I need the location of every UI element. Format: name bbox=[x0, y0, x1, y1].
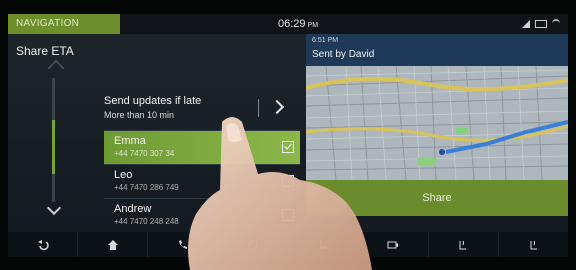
clock: 06:29 PM bbox=[278, 14, 318, 34]
map-graphic bbox=[306, 66, 568, 180]
media-icon bbox=[248, 240, 258, 249]
back-button[interactable] bbox=[8, 232, 79, 257]
home-icon bbox=[107, 239, 118, 250]
media-button[interactable] bbox=[218, 232, 289, 257]
scroll-thumb[interactable] bbox=[52, 120, 55, 174]
contact-name: Emma bbox=[114, 135, 146, 147]
scroll-down-icon[interactable] bbox=[46, 200, 62, 216]
camera-button[interactable] bbox=[359, 232, 429, 257]
bottom-bar bbox=[8, 232, 568, 257]
clock-time: 06:29 bbox=[278, 18, 306, 30]
contact-checkbox[interactable] bbox=[282, 175, 294, 187]
contact-row[interactable]: Andrew +44 7470 248 248 bbox=[104, 198, 300, 232]
seat-heat-front-button[interactable] bbox=[429, 232, 499, 257]
phone-button[interactable] bbox=[148, 232, 219, 257]
back-icon bbox=[37, 239, 49, 250]
contact-row[interactable]: Emma +44 7470 307 34 bbox=[104, 130, 300, 164]
signal-icon bbox=[522, 19, 530, 28]
clock-ampm: PM bbox=[307, 22, 319, 29]
contact-checkbox[interactable] bbox=[282, 209, 294, 221]
seat-heat-rear-icon bbox=[530, 240, 538, 249]
divider bbox=[258, 99, 259, 117]
home-button[interactable] bbox=[78, 232, 149, 257]
contact-number: +44 7470 307 34 bbox=[114, 149, 175, 158]
wifi-icon bbox=[552, 19, 560, 28]
screen: NAVIGATION 06:29 PM Share ETA Send update… bbox=[8, 14, 568, 257]
seat-button[interactable] bbox=[289, 232, 359, 257]
status-bar: NAVIGATION 06:29 PM bbox=[8, 14, 568, 34]
chevron-right-icon[interactable] bbox=[269, 99, 285, 115]
contact-checkbox[interactable] bbox=[282, 141, 294, 153]
contact-number: +44 7470 248 248 bbox=[114, 217, 179, 226]
contact-number: +44 7470 286 749 bbox=[114, 183, 179, 192]
send-updates-option[interactable]: Send updates if late More than 10 min bbox=[104, 90, 298, 128]
eta-preview-panel: 6:51 PM Sent by David Share bbox=[306, 34, 568, 232]
contact-row[interactable]: Leo +44 7470 286 749 bbox=[104, 164, 300, 198]
message-sender: Sent by David bbox=[312, 49, 375, 60]
contact-name: Andrew bbox=[114, 203, 152, 215]
map-preview bbox=[306, 66, 568, 180]
contact-name: Leo bbox=[114, 169, 133, 181]
seat-icon bbox=[320, 239, 328, 249]
send-updates-subtitle: More than 10 min bbox=[104, 110, 175, 120]
page-title: Share ETA bbox=[16, 44, 74, 58]
camera-icon bbox=[387, 241, 399, 248]
share-button[interactable]: Share bbox=[306, 180, 568, 216]
seat-heat-rear-button[interactable] bbox=[499, 232, 568, 257]
battery-icon bbox=[535, 19, 547, 28]
send-updates-title: Send updates if late bbox=[104, 95, 202, 107]
scroll-up-icon[interactable] bbox=[47, 59, 65, 77]
message-header: 6:51 PM Sent by David bbox=[306, 34, 568, 66]
phone-icon bbox=[178, 239, 187, 249]
message-time: 6:51 PM bbox=[312, 37, 339, 44]
seat-heat-front-icon bbox=[459, 240, 467, 249]
status-icons bbox=[522, 19, 560, 28]
navigation-tab[interactable]: NAVIGATION bbox=[8, 14, 120, 34]
share-eta-panel: Share ETA Send updates if late More than… bbox=[8, 34, 306, 232]
